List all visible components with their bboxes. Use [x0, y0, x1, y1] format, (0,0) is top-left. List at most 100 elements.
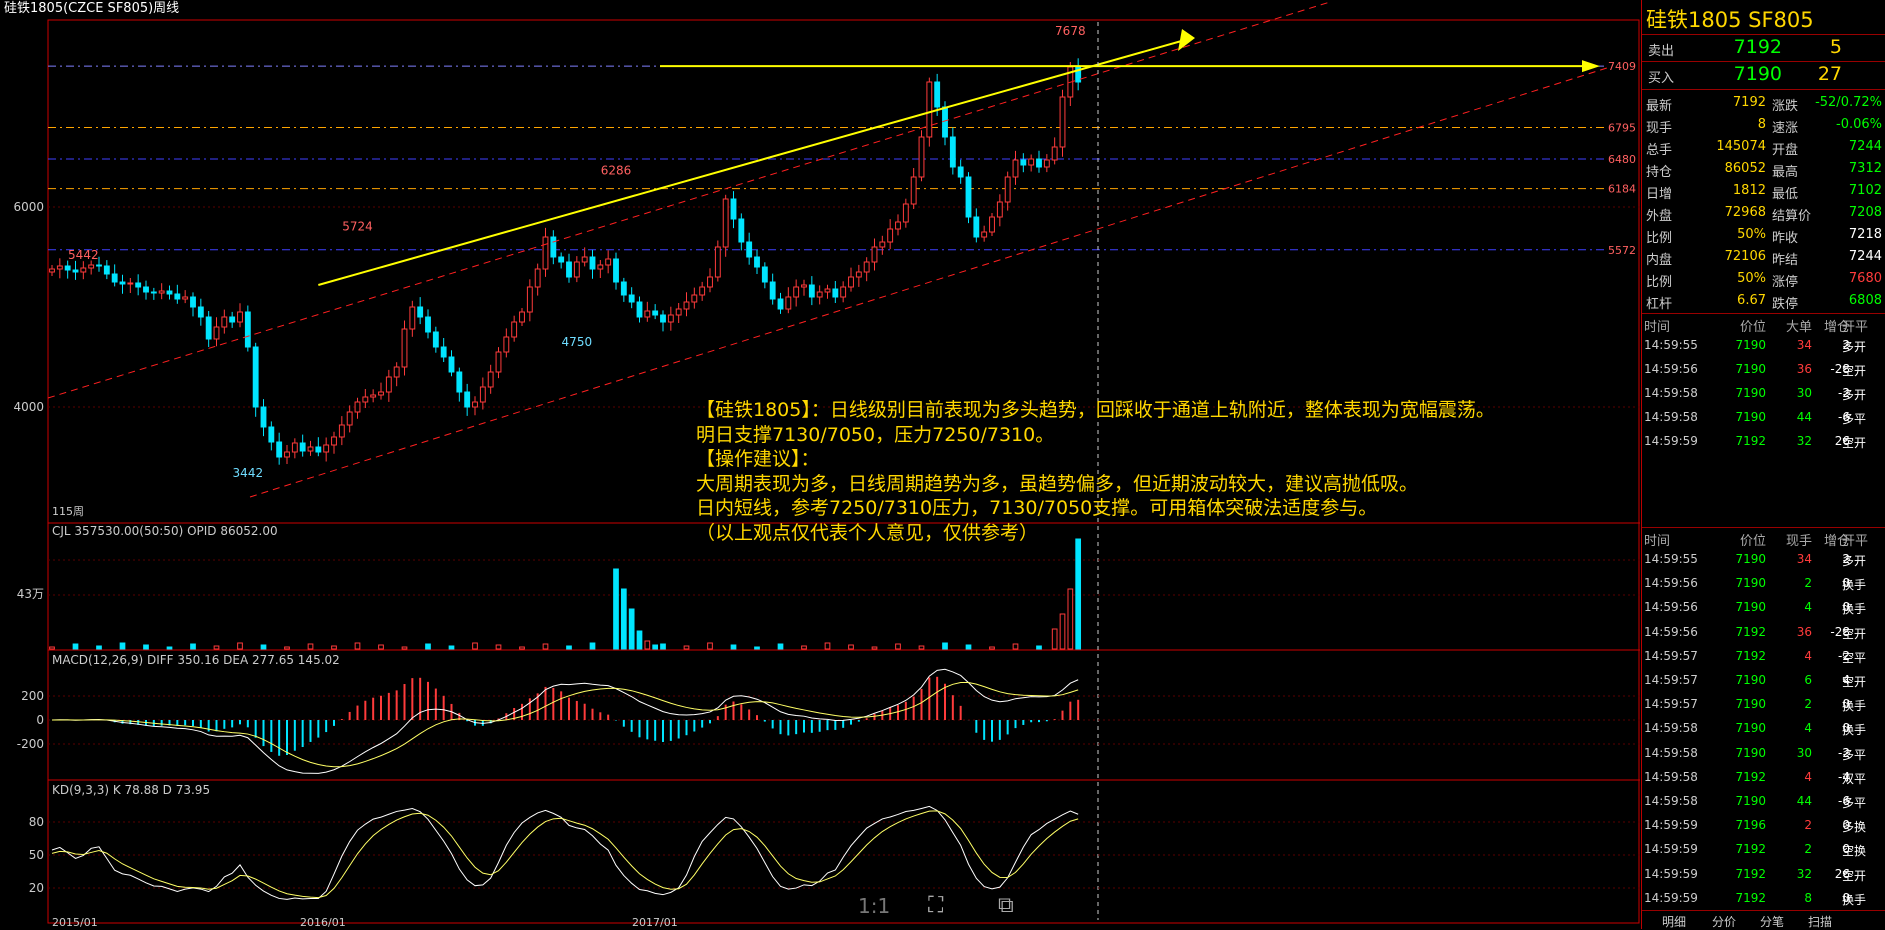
stat-label: 昨结 — [1772, 253, 1799, 268]
buy-row[interactable]: 买入 7190 27 — [1642, 63, 1885, 88]
candle-body — [1020, 159, 1027, 166]
table-cell: 7190 — [1735, 386, 1766, 400]
candle-body — [824, 288, 831, 293]
candle-body — [1028, 158, 1035, 166]
candle-body — [417, 306, 424, 318]
note-line: 【操作建议】： — [696, 448, 820, 470]
bar-count-label: 115周 — [52, 505, 84, 518]
tab-price[interactable]: 分价 — [1712, 913, 1736, 930]
table-header: 价位 — [1739, 534, 1766, 549]
table-cell: 14:59:59 — [1644, 434, 1698, 448]
volume-bar — [566, 645, 572, 650]
level-label: 6480 — [1608, 153, 1636, 166]
volume-bar — [1051, 628, 1058, 650]
table-cell: 14:59:59 — [1644, 818, 1698, 833]
cjl-tick-label: 43万 — [17, 587, 44, 601]
stat-value: 50% — [1737, 271, 1766, 286]
table-cell: 14:59:56 — [1644, 362, 1698, 376]
table-cell: 空开 — [1842, 626, 1867, 641]
stat-label: 比例 — [1646, 231, 1673, 246]
stat-row: 比例 50% 涨停 7680 — [1642, 268, 1885, 292]
candle-body — [385, 376, 392, 393]
table-cell: 4 — [1804, 600, 1812, 615]
zoom-ratio-button[interactable]: 1:1 — [858, 894, 890, 918]
volume-bar — [628, 608, 635, 650]
buy-volume: 27 — [1817, 63, 1842, 85]
price-extreme-label: 5724 — [342, 220, 373, 234]
volume-bar — [707, 642, 713, 650]
draw-tool-icon[interactable]: ⧉ — [998, 893, 1014, 918]
candle-body — [628, 294, 635, 303]
stat-label: 涨跌 — [1772, 99, 1799, 114]
stat-row: 比例 50% 昨收 7218 — [1642, 224, 1885, 248]
table-cell: 14:59:58 — [1644, 721, 1698, 736]
volume-bar — [1012, 643, 1019, 650]
table-cell: 7192 — [1735, 769, 1766, 784]
candle-body — [542, 236, 549, 270]
candle-body — [479, 386, 486, 403]
table-cell: 8 — [1804, 890, 1812, 905]
candle-body — [291, 442, 298, 453]
volume-bar — [401, 646, 408, 650]
candle-body — [401, 328, 408, 368]
note-line: 日内短线，参考7250/7310压力，7130/7050支撑。可用箱体突破法适度… — [696, 497, 1378, 519]
candle-body — [1051, 146, 1058, 161]
note-line: 大周期表现为多，日线周期趋势为多，虽趋势偏多，但近期波动较大，建议高抛低吸。 — [696, 472, 1419, 495]
macd-label: MACD(12,26,9) DIFF 350.16 DEA 277.65 145… — [52, 653, 340, 667]
tab-ticks[interactable]: 分笔 — [1760, 913, 1784, 930]
volume-bar — [519, 646, 525, 650]
note-line: 【硅铁1805】：日线级别目前表现为多头趋势，回踩收于通道上轨附近，整体表现为宽… — [696, 399, 1495, 421]
candle-body — [197, 306, 204, 318]
level-label: 5572 — [1608, 244, 1636, 257]
stat-value: 72106 — [1724, 249, 1766, 264]
table-cell: 4 — [1804, 769, 1812, 784]
table-cell: 7190 — [1735, 338, 1766, 352]
stat-label: 日增 — [1646, 187, 1673, 202]
stat-label: 现手 — [1646, 121, 1673, 136]
x-tick-label: 2015/01 — [52, 916, 98, 929]
table-cell: 2 — [1804, 697, 1812, 712]
table-cell: 7192 — [1735, 434, 1766, 448]
volume-bar — [1075, 538, 1082, 650]
stat-row: 杠杆 6.67 跌停 6808 — [1642, 290, 1885, 314]
note-line: 明日支撑7130/7050，压力7250/7310。 — [696, 423, 1055, 446]
candle-body — [981, 231, 988, 238]
candle-body — [111, 273, 118, 283]
candle-body — [526, 286, 533, 313]
table-cell: 14:59:57 — [1644, 648, 1698, 663]
candle-body — [135, 282, 142, 288]
tab-detail[interactable]: 明细 — [1662, 913, 1686, 930]
table-cell: 14:59:55 — [1644, 338, 1698, 352]
stat-row: 总手 145074 开盘 7244 — [1642, 136, 1885, 160]
table-cell: 7190 — [1735, 697, 1766, 712]
volume-bar — [542, 643, 549, 650]
volume-bar — [1059, 613, 1066, 650]
table-cell: 多开 — [1842, 340, 1867, 354]
volume-bar — [260, 644, 267, 650]
stat-label: 持仓 — [1646, 165, 1673, 180]
candle-body — [738, 218, 745, 243]
channel-upper-line — [47, 1, 1331, 399]
sell-row[interactable]: 卖出 7192 5 — [1642, 36, 1885, 61]
volume-bar — [918, 645, 925, 650]
kd-label: KD(9,3,3) K 78.88 D 73.95 — [52, 783, 210, 797]
chart-stage[interactable]: 硅铁1805(CZCE SF805)周线 6000 4000 7409 6795 648… — [0, 0, 1885, 929]
table-header: 现手 — [1785, 534, 1812, 549]
fullscreen-icon[interactable]: ⛶ — [928, 893, 943, 918]
table-cell: 空开 — [1842, 436, 1867, 450]
table-cell: 换手 — [1842, 602, 1867, 617]
level-label: 6184 — [1608, 183, 1636, 196]
tab-scan[interactable]: 扫描 — [1808, 913, 1832, 930]
candle-body — [832, 288, 839, 298]
candle-body — [597, 264, 604, 270]
table-cell: 2 — [1804, 842, 1812, 857]
candle-body — [448, 356, 455, 373]
table-cell: 7196 — [1735, 818, 1766, 833]
candle-body — [276, 441, 283, 458]
volume-bar — [72, 643, 79, 650]
candle-body — [244, 311, 251, 348]
stat-value: -52/0.72% — [1815, 95, 1882, 110]
stat-row: 外盘 72968 结算价 7208 — [1642, 202, 1885, 226]
volume-bar — [848, 644, 854, 650]
candle-body — [464, 391, 471, 408]
